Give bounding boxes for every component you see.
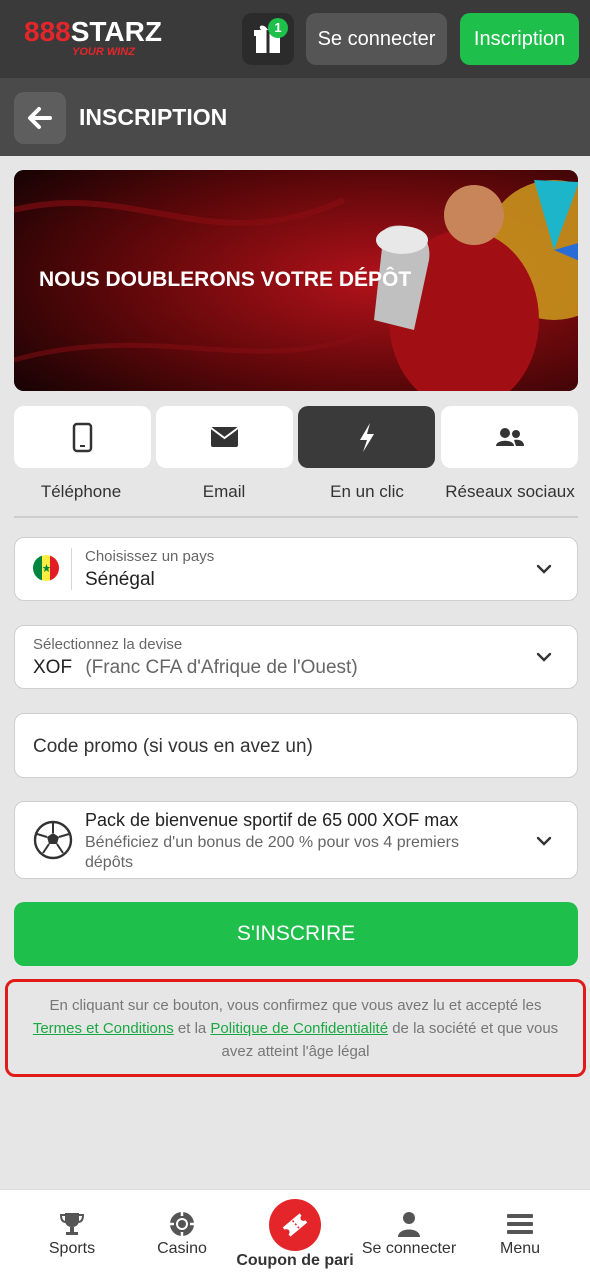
- country-value: Sénégal: [85, 569, 155, 590]
- chevron-down-icon: [536, 564, 552, 574]
- gift-icon: [254, 25, 282, 53]
- submit-signup-button[interactable]: S'INSCRIRE: [14, 902, 578, 966]
- logo-tagline: YOUR WINZ: [72, 46, 135, 58]
- nav-sports[interactable]: Sports: [22, 1190, 122, 1280]
- tab-email[interactable]: [156, 406, 293, 468]
- nav-casino[interactable]: Casino: [132, 1190, 232, 1280]
- currency-label: Sélectionnez la devise: [33, 636, 183, 653]
- top-header: 888STARZ YOUR WINZ 1 Se connecter Inscri…: [0, 0, 590, 78]
- nav-casino-label: Casino: [157, 1240, 207, 1257]
- country-label: Choisissez un pays: [85, 548, 215, 565]
- trophy-icon: [59, 1213, 85, 1235]
- promo-code-input[interactable]: Code promo (si vous en avez un): [14, 713, 578, 778]
- legal-text: En cliquant sur ce bouton, vous confirme…: [49, 997, 542, 1014]
- flag-separator: [71, 548, 72, 590]
- currency-select[interactable]: Sélectionnez la devise XOF (Franc CFA d'…: [14, 625, 578, 689]
- people-icon: [496, 428, 524, 446]
- bonus-select[interactable]: Pack de bienvenue sportif de 65 000 XOF …: [14, 801, 578, 879]
- logo-wordmark: 888STARZ: [24, 16, 162, 47]
- coupon-button[interactable]: [269, 1199, 321, 1251]
- nav-login[interactable]: Se connecter: [354, 1190, 464, 1280]
- tab-social[interactable]: [441, 406, 578, 468]
- signup-button[interactable]: Inscription: [460, 13, 579, 65]
- legal-notice: En cliquant sur ce bouton, vous confirme…: [5, 979, 586, 1077]
- tabs-divider: [14, 516, 578, 518]
- promo-banner[interactable]: NOUS DOUBLERONS VOTRE DÉPÔT: [14, 170, 578, 391]
- tab-phone[interactable]: [14, 406, 151, 468]
- senegal-flag-icon: [33, 555, 59, 581]
- gift-button[interactable]: [242, 13, 294, 65]
- tab-one-click-label: En un clic: [330, 482, 404, 501]
- phone-icon: [72, 422, 93, 453]
- promo-code-placeholder: Code promo (si vous en avez un): [33, 736, 313, 757]
- currency-value: XOF (Franc CFA d'Afrique de l'Ouest): [33, 657, 358, 679]
- nav-coupon-label: Coupon de pari: [236, 1252, 354, 1269]
- hamburger-icon: [507, 1214, 533, 1234]
- page-title: INSCRIPTION: [79, 104, 228, 130]
- gift-count-badge: 1: [268, 18, 288, 38]
- tab-one-click[interactable]: [298, 406, 435, 468]
- nav-menu-label: Menu: [499, 1240, 541, 1257]
- chevron-down-icon: [536, 652, 552, 662]
- login-button[interactable]: Se connecter: [306, 13, 447, 65]
- chip-icon: [170, 1212, 194, 1236]
- tab-email-label: Email: [202, 482, 246, 501]
- envelope-icon: [210, 427, 239, 447]
- tab-phone-label: Téléphone: [40, 482, 122, 501]
- chevron-down-icon: [536, 836, 552, 846]
- lightning-icon: [360, 423, 374, 452]
- user-icon: [398, 1212, 420, 1237]
- bonus-title: Pack de bienvenue sportif de 65 000 XOF …: [85, 810, 459, 830]
- arrow-left-icon: [28, 107, 52, 129]
- ticket-icon: [282, 1213, 308, 1237]
- currency-code: XOF: [33, 657, 73, 678]
- page-title-bar: INSCRIPTION: [0, 78, 590, 156]
- currency-name: (Franc CFA d'Afrique de l'Ouest): [85, 657, 358, 678]
- banner-headline: NOUS DOUBLERONS VOTRE DÉPÔT: [39, 268, 412, 291]
- nav-sports-label: Sports: [48, 1240, 96, 1257]
- soccer-ball-icon: [33, 820, 73, 860]
- privacy-link[interactable]: Politique de Confidentialité: [210, 1020, 388, 1037]
- nav-login-label: Se connecter: [361, 1240, 457, 1257]
- legal-text: et la: [177, 1020, 207, 1037]
- country-select[interactable]: Choisissez un pays Sénégal: [14, 537, 578, 601]
- bonus-description: Bénéficiez d'un bonus de 200 % pour vos …: [85, 834, 459, 871]
- nav-menu[interactable]: Menu: [470, 1190, 570, 1280]
- terms-link[interactable]: Termes et Conditions: [33, 1020, 174, 1037]
- tab-social-label: Réseaux sociaux: [445, 482, 575, 501]
- back-button[interactable]: [14, 92, 66, 144]
- 888starz-logo[interactable]: 888STARZ YOUR WINZ: [24, 14, 162, 62]
